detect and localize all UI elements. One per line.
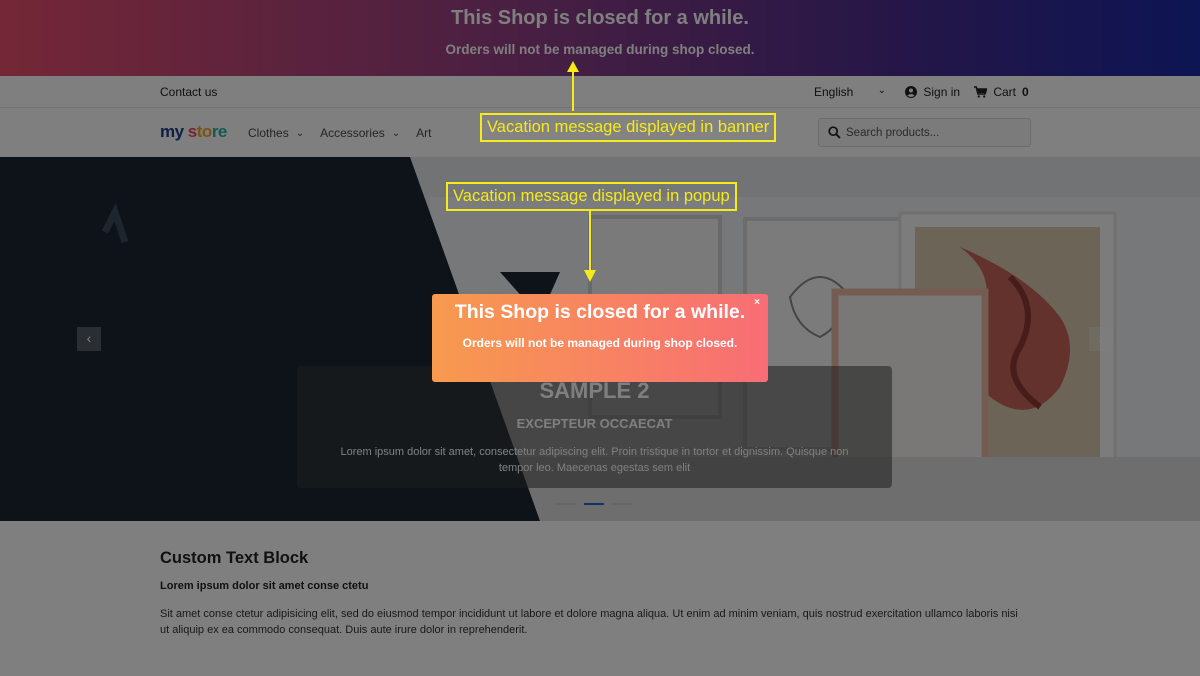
annotation-popup-label: Vacation message displayed in popup [446,182,737,211]
annotation-banner-label: Vacation message displayed in banner [480,113,777,142]
vacation-popup: × This Shop is closed for a while. Order… [432,294,768,382]
popup-title: This Shop is closed for a while. [454,301,746,323]
popup-text: Orders will not be managed during shop c… [462,336,738,350]
